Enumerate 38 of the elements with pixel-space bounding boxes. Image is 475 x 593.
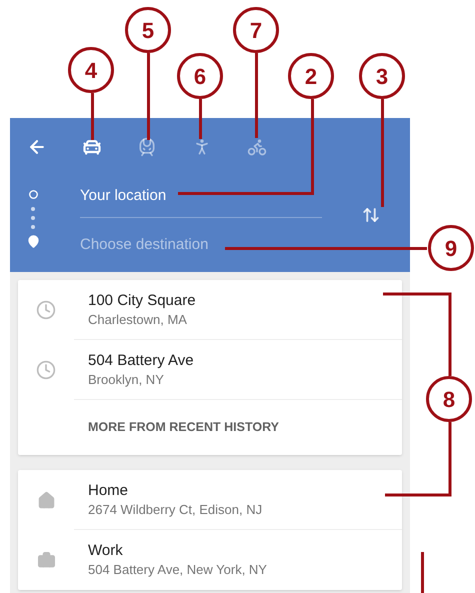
bicycle-icon	[246, 137, 266, 157]
saved-place-item[interactable]: Home 2674 Wildberry Ct, Edison, NJ	[18, 470, 402, 530]
recent-place-item[interactable]: 100 City Square Charlestown, MA	[18, 280, 402, 340]
callout-marker: 4	[68, 47, 114, 93]
leader-line	[91, 93, 94, 140]
dotted-line-icon	[31, 207, 35, 229]
recent-place-item[interactable]: 504 Battery Ave Brooklyn, NY	[18, 340, 402, 400]
saved-place-item[interactable]: Work 504 Battery Ave, New York, NY	[18, 530, 402, 590]
leader-line	[421, 552, 424, 593]
callout-marker: 8	[426, 376, 472, 422]
callout-marker: 2	[288, 53, 334, 99]
more-history-link[interactable]: MORE FROM RECENT HISTORY	[88, 418, 279, 437]
car-icon	[82, 137, 102, 157]
callout-marker: 6	[177, 53, 223, 99]
destination-pin-icon	[26, 235, 40, 248]
swap-icon[interactable]	[362, 206, 380, 224]
clock-icon	[36, 300, 56, 320]
origin-dot-icon	[28, 190, 38, 199]
place-address: Charlestown, MA	[88, 310, 188, 328]
briefcase-icon	[36, 550, 56, 570]
place-address: Brooklyn, NY	[88, 370, 165, 388]
callout-marker: 5	[125, 7, 171, 53]
destination-field[interactable]: Choose destination	[80, 218, 350, 270]
callout-marker: 3	[359, 53, 405, 99]
place-title: Work	[88, 541, 124, 561]
leader-line	[199, 99, 202, 139]
train-icon	[136, 137, 156, 157]
callout-marker: 9	[428, 225, 474, 271]
callout-marker: 7	[233, 7, 279, 53]
origin-field[interactable]: Your location	[80, 185, 166, 208]
place-title: 100 City Square	[88, 290, 197, 310]
place-title: Home	[88, 480, 130, 500]
back-icon[interactable]	[27, 137, 47, 157]
place-address: 504 Battery Ave, New York, NY	[88, 561, 268, 579]
clock-icon	[36, 360, 56, 380]
place-title: 504 Battery Ave	[88, 350, 195, 370]
place-address: 2674 Wildberry Ct, Edison, NJ	[88, 500, 264, 518]
house-icon	[36, 490, 56, 510]
